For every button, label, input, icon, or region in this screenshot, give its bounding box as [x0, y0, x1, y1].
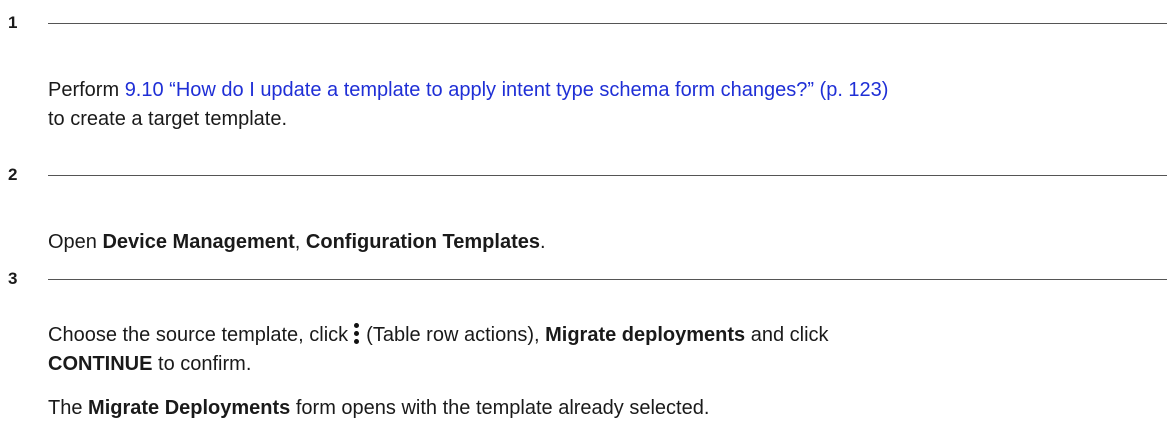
menu-path-configuration-templates: Configuration Templates	[305, 231, 540, 253]
step-header: 3	[0, 268, 1175, 290]
form-name-migrate-deployments: Migrate Deployments	[88, 397, 291, 419]
step-result: The Migrate Deployments form opens with …	[48, 394, 1168, 423]
instruction-text: ,	[294, 231, 306, 253]
step-header: 2	[0, 164, 1175, 186]
instruction-text: Open	[48, 231, 103, 253]
instruction-text: (Table row actions),	[366, 324, 546, 346]
step-divider	[48, 175, 1167, 176]
instruction-text: to create a target template.	[48, 108, 288, 130]
step-instruction: Open Device Management, Configuration Te…	[48, 228, 1168, 257]
step-number: 1	[8, 13, 18, 32]
result-text: form opens with the template already sel…	[290, 397, 710, 419]
action-continue: CONTINUE	[48, 353, 153, 375]
step-instruction: Perform 9.10 “How do I update a template…	[48, 76, 1168, 134]
result-text: The	[48, 397, 89, 419]
menu-path-device-management: Device Management	[102, 231, 295, 253]
instruction-text: .	[540, 231, 546, 253]
instruction-text: to confirm.	[152, 353, 252, 375]
more-vertical-icon	[354, 323, 360, 344]
step-divider	[48, 23, 1167, 24]
step-number: 3	[8, 269, 18, 288]
instruction-text: and click	[745, 324, 829, 346]
step-divider	[48, 279, 1167, 280]
instruction-text: Perform	[48, 79, 125, 101]
step-number: 2	[8, 165, 18, 184]
instruction-text: Choose the source template, click	[48, 324, 349, 346]
step-instruction: Choose the source template, click (Table …	[48, 321, 1168, 379]
cross-reference-link[interactable]: 9.10 “How do I update a template to appl…	[125, 79, 889, 101]
action-migrate-deployments: Migrate deployments	[545, 324, 746, 346]
step-header: 1	[0, 12, 1175, 34]
